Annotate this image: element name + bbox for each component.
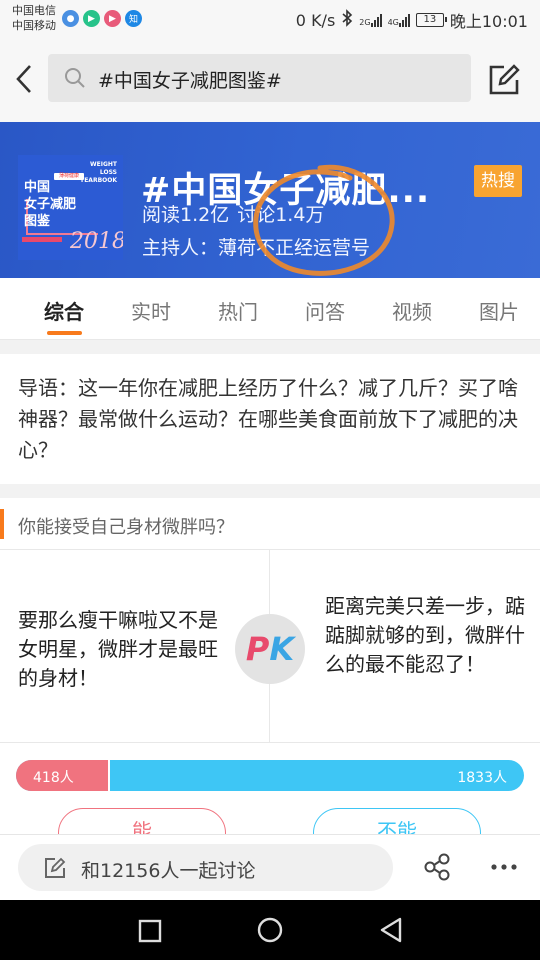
- tab-images[interactable]: 图片: [459, 296, 539, 325]
- tab-realtime[interactable]: 实时: [111, 296, 191, 325]
- section-divider: [0, 484, 540, 498]
- video-play-icon: ▶: [83, 10, 100, 27]
- tab-qa[interactable]: 问答: [285, 296, 365, 325]
- more-dots-icon: [491, 864, 517, 870]
- notification-icons: ● ▶ ▶ 知: [62, 10, 142, 27]
- more-button[interactable]: [490, 853, 518, 885]
- tab-hot[interactable]: 热门: [198, 296, 278, 325]
- system-nav-bar: [0, 900, 540, 960]
- pencil-icon: [45, 857, 66, 878]
- net-label-2g: 2G: [359, 18, 371, 27]
- top-nav: #中国女子减肥图鉴#: [0, 38, 540, 122]
- music-app-icon: ▶: [104, 10, 121, 27]
- poll-option-right[interactable]: 距离完美只差一步，踮踮脚就够的到，微胖什么的最不能忍了！: [325, 592, 525, 679]
- back-arrow-icon: [16, 65, 31, 93]
- cover-pink-stripe: [22, 237, 62, 242]
- topic-host[interactable]: 主持人：薄荷不正经运营号: [142, 233, 370, 260]
- vote-result-bar: 418人 1833人: [16, 760, 524, 791]
- vote-right-count: 1833人: [457, 770, 507, 786]
- topic-intro: 导语：这一年你在减肥上经历了什么？减了几斤？买了啥神器？最常做什么运动？在哪些美…: [18, 376, 518, 462]
- bluetooth-icon: [341, 9, 353, 31]
- carrier-info: 中国电信 中国移动: [12, 3, 56, 33]
- tab-comprehensive[interactable]: 综合: [24, 296, 104, 325]
- tab-video[interactable]: 视频: [372, 296, 452, 325]
- cover-english-text: WEIGHT LOSS YEARBOOK: [79, 161, 117, 184]
- back-button[interactable]: [10, 62, 40, 96]
- share-icon: [424, 853, 450, 881]
- bottom-action-bar: 和12156人一起讨论: [0, 834, 540, 900]
- screen: 中国电信 中国移动 ● ▶ ▶ 知 0 K/s 2G 4G 13 晚上10:01: [0, 0, 540, 960]
- topic-cover-image: WEIGHT LOSS YEARBOOK 薄荷健康 中国 女子减肥 图鉴 201…: [18, 155, 123, 260]
- hot-search-badge[interactable]: 热搜: [474, 165, 522, 197]
- share-button[interactable]: [423, 853, 451, 885]
- recent-apps-icon[interactable]: [138, 919, 162, 943]
- network-speed: 0 K/s: [295, 10, 336, 30]
- net-label-4g: 4G: [387, 18, 399, 27]
- clock: 晚上10:01: [449, 12, 528, 31]
- home-icon[interactable]: [257, 917, 283, 943]
- system-back-icon[interactable]: [378, 917, 404, 943]
- poll-question: 你能接受自己身材微胖吗？: [18, 517, 234, 538]
- signal-2g-icon: 2G: [359, 13, 382, 27]
- active-tab-indicator: [47, 331, 82, 335]
- cover-chinese-title: 中国 女子减肥 图鉴: [24, 180, 77, 229]
- divider: [0, 549, 540, 550]
- vote-left-count: 418人: [33, 770, 74, 786]
- topic-header: WEIGHT LOSS YEARBOOK 薄荷健康 中国 女子减肥 图鉴 201…: [0, 122, 540, 278]
- topic-stats: 阅读1.2亿 讨论1.4万: [142, 200, 324, 227]
- read-count: 阅读1.2亿: [142, 204, 230, 226]
- carrier-1: 中国电信: [12, 4, 56, 17]
- search-input[interactable]: #中国女子减肥图鉴#: [98, 66, 282, 93]
- carrier-2: 中国移动: [12, 19, 56, 32]
- status-right: 0 K/s 2G 4G 13 晚上10:01: [296, 8, 528, 32]
- poll-option-left[interactable]: 要那么瘦干嘛啦又不是女明星，微胖才是最旺的身材！: [18, 606, 218, 693]
- battery-icon: 13: [415, 13, 447, 27]
- discussion-count: 讨论1.4万: [237, 204, 325, 226]
- compose-button[interactable]: [486, 62, 522, 98]
- pk-letter-k: K: [269, 630, 295, 668]
- search-icon: [65, 68, 85, 88]
- question-accent-bar: [0, 509, 4, 539]
- tab-bar: 综合 实时 热门 问答 视频 图片: [0, 278, 540, 340]
- zhihu-app-icon: 知: [125, 10, 142, 27]
- cover-year: 2018: [70, 229, 123, 254]
- section-divider: [0, 340, 540, 354]
- search-box[interactable]: #中国女子减肥图鉴#: [48, 54, 471, 102]
- pk-icon: PK: [235, 614, 305, 684]
- comment-input[interactable]: 和12156人一起讨论: [18, 844, 393, 891]
- signal-4g-icon: 4G: [388, 13, 410, 27]
- pk-letter-p: P: [245, 630, 270, 668]
- status-bar: 中国电信 中国移动 ● ▶ ▶ 知 0 K/s 2G 4G 13 晚上10:01: [0, 0, 540, 38]
- divider: [0, 742, 540, 743]
- comment-placeholder: 和12156人一起讨论: [81, 860, 256, 882]
- message-app-icon: ●: [62, 10, 79, 27]
- edit-icon: [489, 64, 520, 95]
